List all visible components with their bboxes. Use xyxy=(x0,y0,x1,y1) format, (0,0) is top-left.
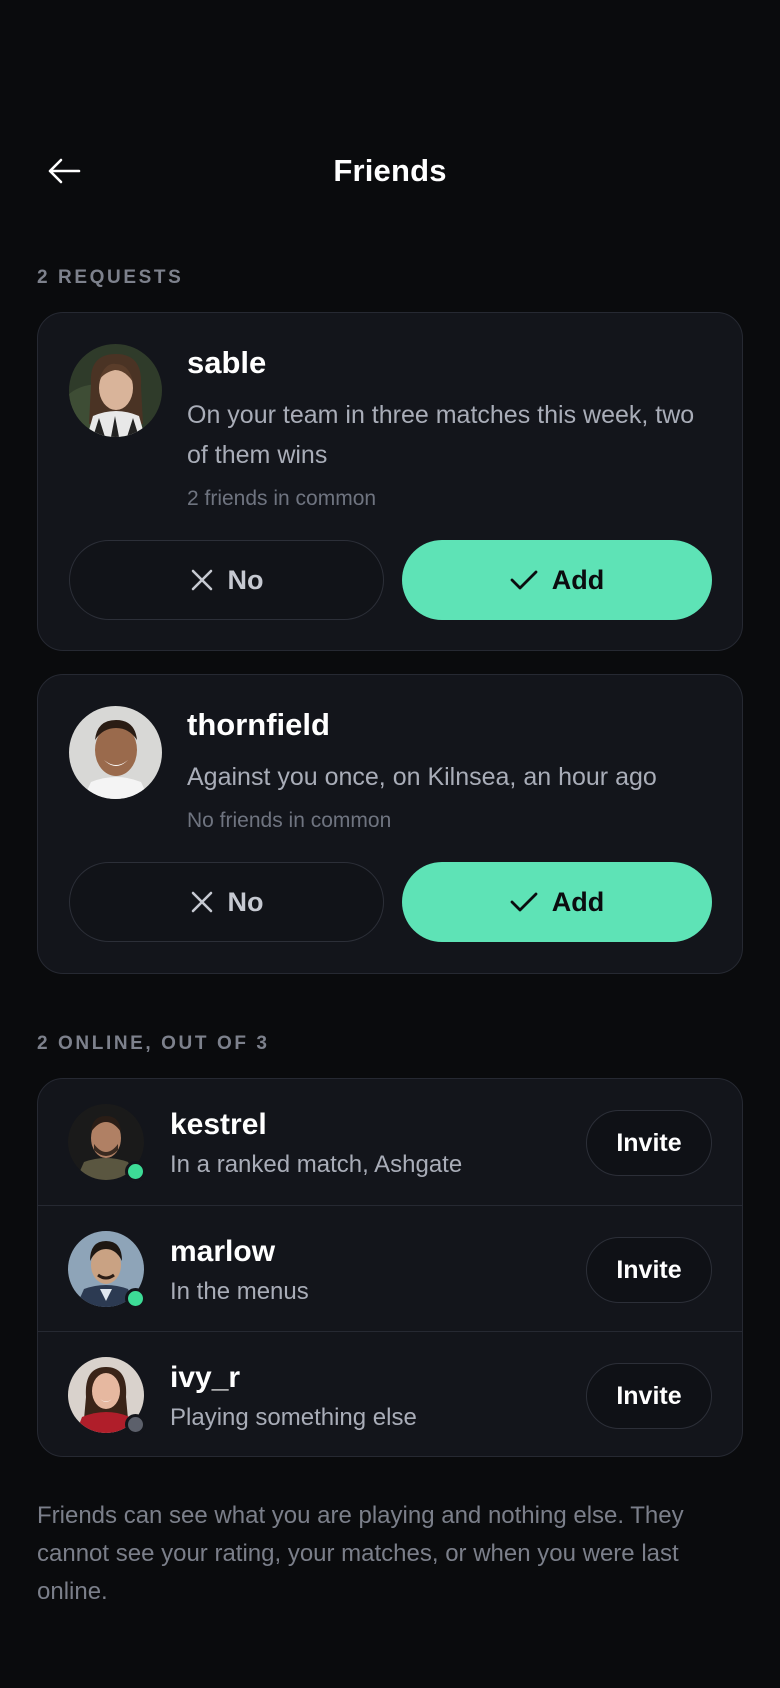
privacy-note: Friends can see what you are playing and… xyxy=(37,1502,684,1605)
accept-label: Add xyxy=(551,886,605,917)
friend-name: marlow xyxy=(170,1235,276,1268)
invite-button[interactable]: Invite xyxy=(586,1363,712,1429)
mutual-friends-text: 2 friends in common xyxy=(187,487,377,510)
online-section-label: 2 ONLINE, OUT OF 3 xyxy=(37,1033,270,1054)
friend-activity: In a ranked match, Ashgate xyxy=(170,1151,463,1178)
accept-label: Add xyxy=(551,564,605,595)
avatar xyxy=(68,1357,146,1435)
check-icon xyxy=(510,892,538,912)
list-item: kestrel In a ranked match, Ashgate Invit… xyxy=(38,1079,742,1205)
avatar xyxy=(69,706,162,799)
invite-button[interactable]: Invite xyxy=(586,1237,712,1303)
friend-name: kestrel xyxy=(170,1108,267,1141)
close-icon xyxy=(191,569,212,591)
request-description: On your team in three matches this week,… xyxy=(187,401,695,469)
avatar xyxy=(69,344,162,437)
friend-activity: Playing something else xyxy=(170,1404,417,1431)
friend-request-card: sable On your team in three matches this… xyxy=(37,312,743,651)
top-bar: Friends xyxy=(0,135,780,207)
friend-request-card: thornfield Against you once, on Kilnsea,… xyxy=(37,674,743,974)
list-item: ivy_r Playing something else Invite xyxy=(38,1331,742,1456)
online-friends-list: kestrel In a ranked match, Ashgate Invit… xyxy=(37,1078,743,1457)
online-status-indicator xyxy=(125,1288,146,1309)
accept-button[interactable]: Add xyxy=(402,862,712,942)
decline-label: No xyxy=(227,564,264,595)
requests-section-label: 2 REQUESTS xyxy=(37,267,184,288)
friend-activity: In the menus xyxy=(170,1278,309,1305)
close-icon xyxy=(191,891,212,913)
requester-name: thornfield xyxy=(187,707,330,742)
friend-name: ivy_r xyxy=(170,1361,241,1394)
decline-label: No xyxy=(227,886,264,917)
page-title: Friends xyxy=(333,153,447,188)
accept-button[interactable]: Add xyxy=(402,540,712,620)
decline-button[interactable]: No xyxy=(69,862,384,942)
avatar xyxy=(68,1231,146,1309)
avatar xyxy=(68,1104,146,1182)
invite-button[interactable]: Invite xyxy=(586,1110,712,1176)
request-description: Against you once, on Kilnsea, an hour ag… xyxy=(187,763,657,791)
mutual-friends-text: No friends in common xyxy=(187,809,392,832)
offline-status-indicator xyxy=(125,1414,146,1435)
requester-name: sable xyxy=(187,345,267,380)
list-item: marlow In the menus Invite xyxy=(38,1205,742,1331)
online-status-indicator xyxy=(125,1161,146,1182)
decline-button[interactable]: No xyxy=(69,540,384,620)
check-icon xyxy=(510,570,538,590)
